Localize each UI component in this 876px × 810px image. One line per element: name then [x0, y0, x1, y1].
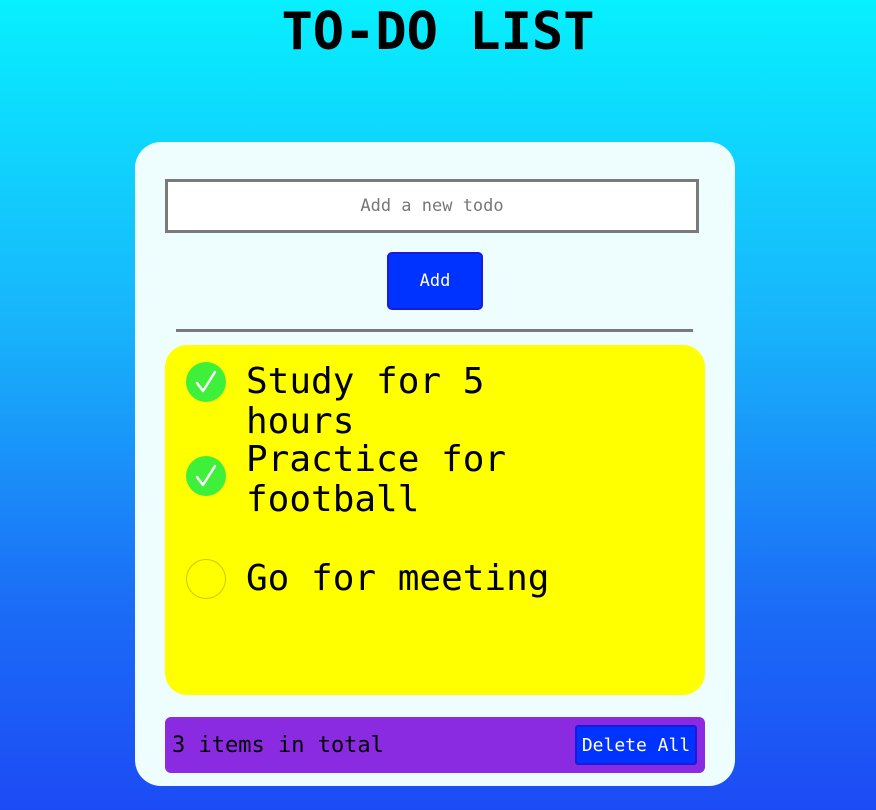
todo-item: Go for meeting: [186, 559, 576, 599]
todo-list: Study for 5 hours Practice for football …: [165, 345, 705, 695]
todo-item-text[interactable]: Practice for football: [246, 440, 576, 520]
item-count: 3 items in total: [172, 733, 384, 758]
new-todo-input[interactable]: [165, 179, 699, 233]
add-button[interactable]: Add: [387, 252, 483, 310]
delete-all-button[interactable]: Delete All: [575, 725, 697, 765]
todo-card: Add Study for 5 hours Practice for footb…: [135, 142, 735, 786]
todo-item: Study for 5 hours: [186, 362, 576, 442]
todo-item-text[interactable]: Go for meeting: [246, 559, 576, 599]
divider: [176, 329, 693, 332]
empty-circle-icon[interactable]: [186, 559, 226, 599]
todo-item-text[interactable]: Study for 5 hours: [246, 362, 576, 442]
page-title: TO-DO LIST: [281, 2, 595, 62]
check-circle-icon[interactable]: [186, 362, 226, 402]
todo-item: Practice for football: [186, 440, 576, 520]
todo-footer: 3 items in total Delete All: [165, 717, 705, 773]
check-circle-icon[interactable]: [186, 456, 226, 496]
